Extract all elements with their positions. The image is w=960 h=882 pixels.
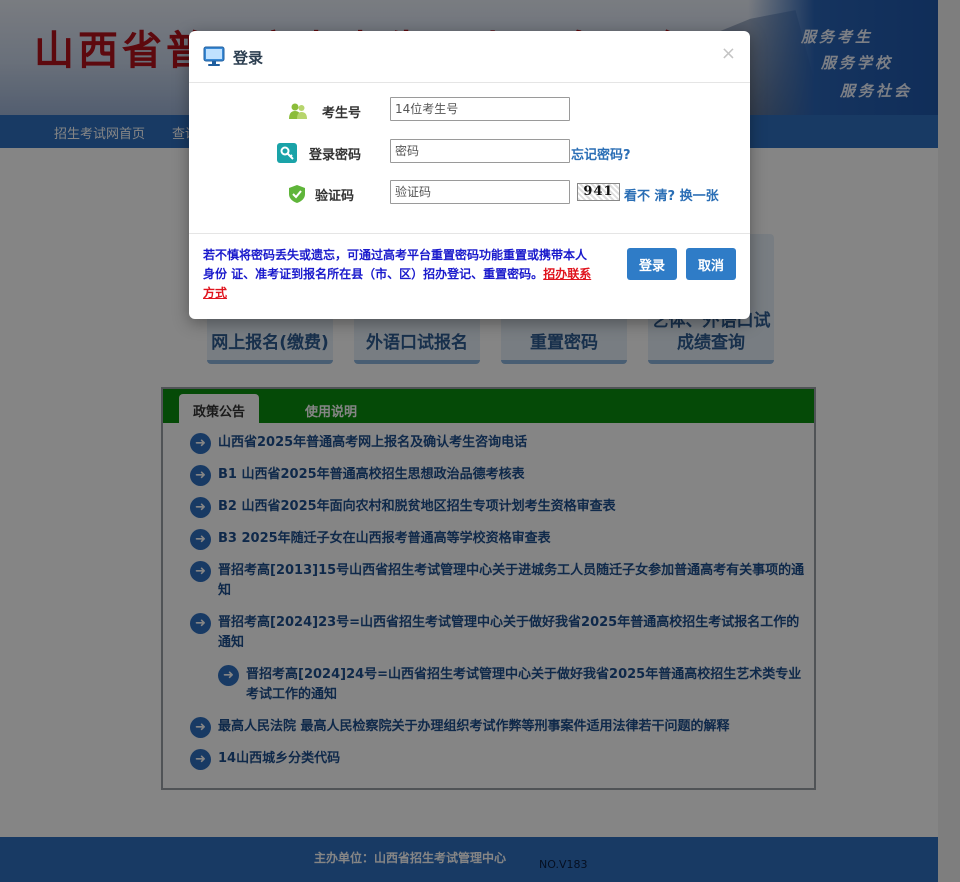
close-icon[interactable]: × [721, 43, 736, 64]
users-icon [289, 103, 307, 119]
examinee-number-input[interactable] [390, 97, 570, 121]
password-help-note: 若不慎将密码丢失或遗忘，可通过高考平台重置密码功能重置或携带本人身份 证、准考证… [203, 246, 593, 303]
captcha-image[interactable]: 941 [577, 183, 620, 201]
forgot-password-link[interactable]: 忘记密码? [571, 144, 631, 163]
password-label: 登录密码 [309, 148, 362, 163]
examinee-number-row: 考生号 [189, 97, 750, 123]
examinee-number-label: 考生号 [322, 106, 362, 121]
password-row: 登录密码 忘记密码? [189, 139, 750, 165]
captcha-label: 验证码 [315, 189, 355, 204]
key-icon [277, 143, 297, 163]
password-input[interactable] [390, 139, 570, 163]
modal-title: 登录 [233, 49, 264, 67]
captcha-row: 验证码 941 看不 清? 换一张 [189, 180, 750, 206]
captcha-input[interactable] [390, 180, 570, 204]
cancel-button[interactable]: 取消 [686, 248, 736, 280]
shield-check-icon [289, 185, 305, 203]
refresh-captcha-link[interactable]: 看不 清? 换一张 [624, 185, 719, 204]
monitor-icon [203, 46, 225, 66]
login-button[interactable]: 登录 [627, 248, 677, 280]
login-modal: 登录 × 考生号 登录密码 忘记密码? 验证码 941 看不 清? 换一张 [189, 31, 750, 319]
modal-divider [189, 233, 750, 234]
password-help-text: 若不慎将密码丢失或遗忘，可通过高考平台重置密码功能重置或携带本人身份 证、准考证… [203, 248, 588, 281]
modal-header: 登录 × [189, 31, 750, 83]
